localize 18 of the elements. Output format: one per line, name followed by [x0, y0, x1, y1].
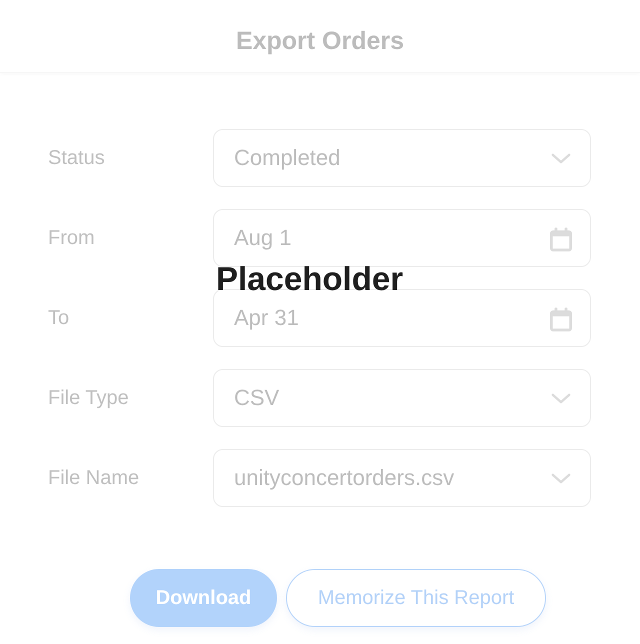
outline-button[interactable]: Memorize This Report	[286, 569, 546, 627]
download-button[interactable]: Download	[130, 569, 277, 627]
dropdown-field[interactable]: CSV	[213, 369, 591, 427]
chevron-down-icon	[551, 472, 571, 484]
page-title: Export Orders	[236, 26, 404, 56]
dropdown-field[interactable]: Completed	[213, 129, 591, 187]
calendar-icon	[550, 226, 572, 252]
field-label: File Name	[48, 466, 140, 490]
field-label: Status	[48, 146, 105, 170]
calendar-icon	[550, 306, 572, 332]
chevron-down-icon	[551, 392, 571, 404]
date-field[interactable]: Aug 1	[213, 209, 591, 267]
chevron-down-icon	[551, 152, 571, 164]
date-field[interactable]: Apr 31	[213, 289, 591, 347]
field-label: From	[48, 226, 95, 250]
field-label: File Type	[48, 386, 129, 410]
dropdown-field[interactable]: unityconcertorders.csv	[213, 449, 591, 507]
field-label: To	[48, 306, 70, 330]
